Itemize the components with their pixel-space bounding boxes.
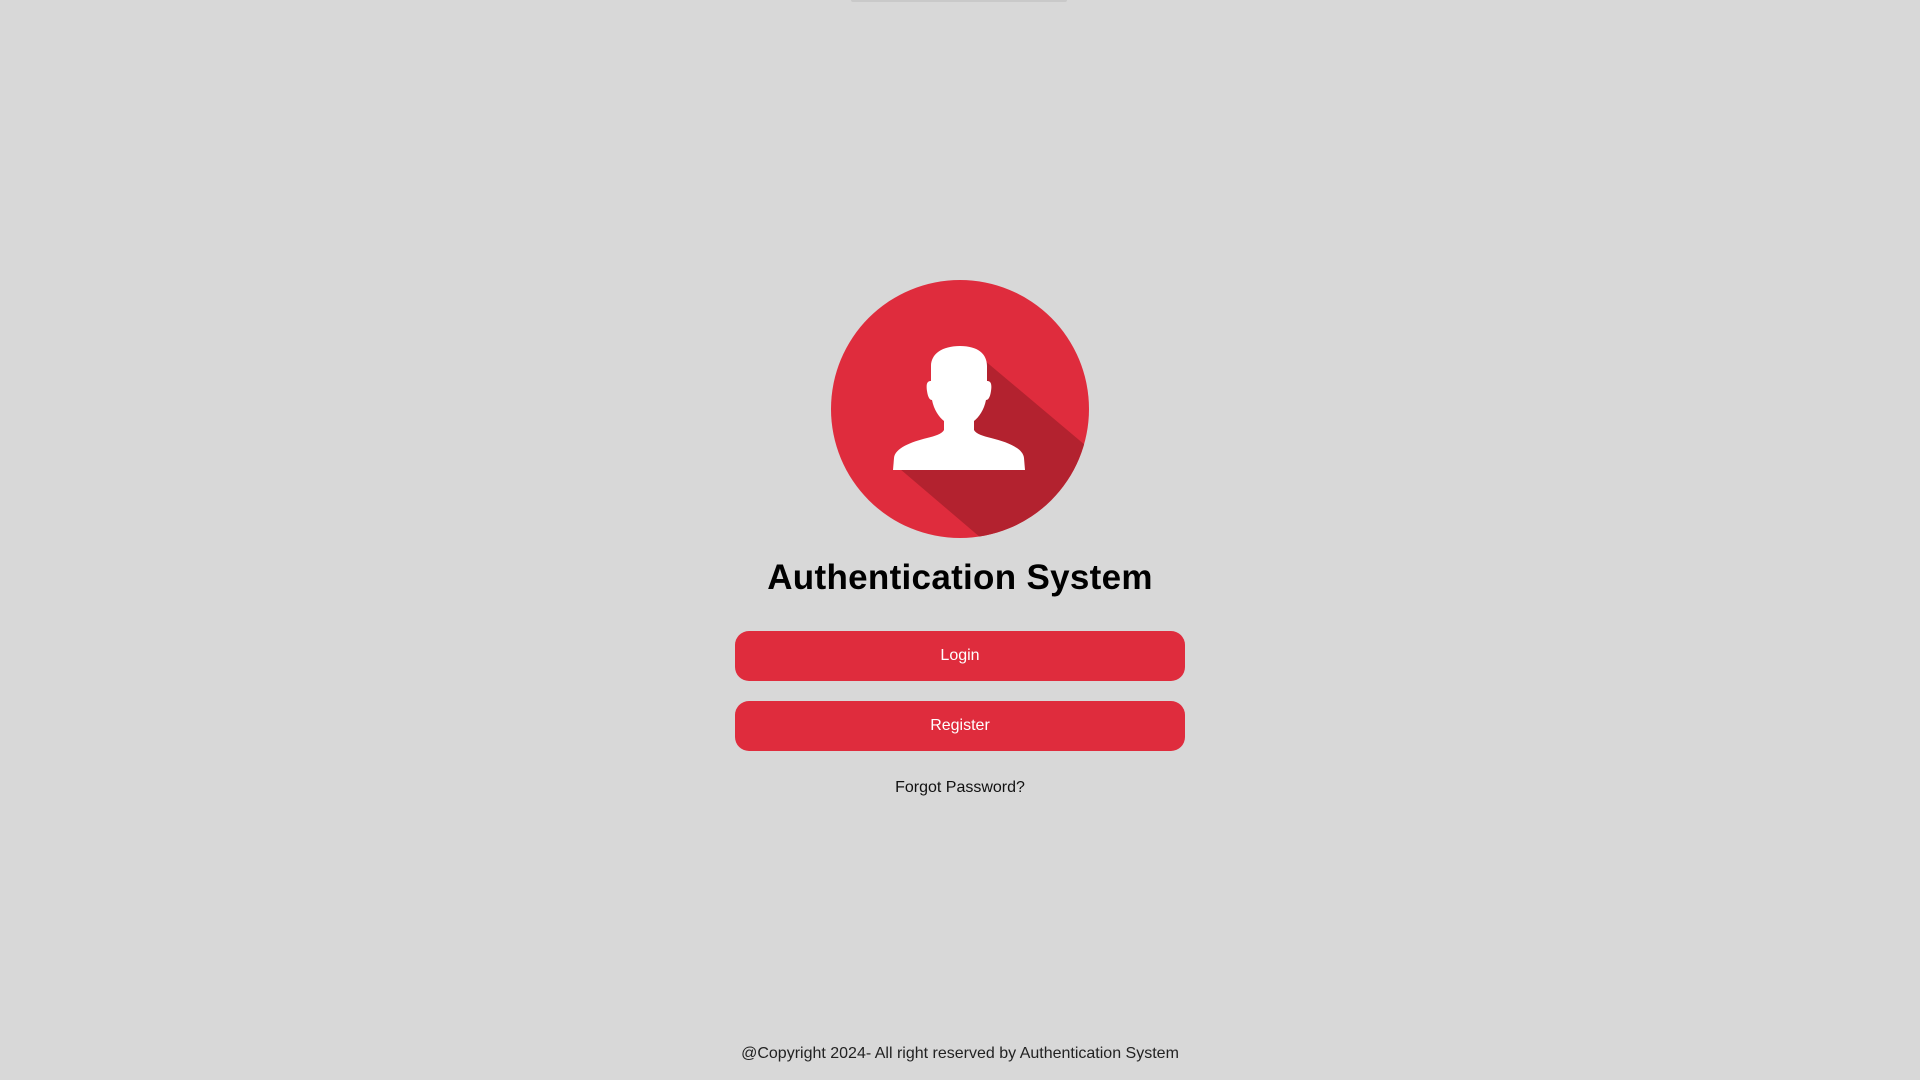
top-edge-divider — [851, 0, 1067, 2]
register-button[interactable]: Register — [735, 701, 1185, 751]
login-button[interactable]: Login — [735, 631, 1185, 681]
footer-copyright: @Copyright 2024- All right reserved by A… — [741, 1045, 1179, 1062]
forgot-password-link[interactable]: Forgot Password? — [0, 779, 1920, 797]
user-avatar-icon — [831, 280, 1089, 538]
page-title: Authentication System — [767, 558, 1153, 597]
auth-page: Authentication System Login Register For… — [0, 0, 1920, 1080]
